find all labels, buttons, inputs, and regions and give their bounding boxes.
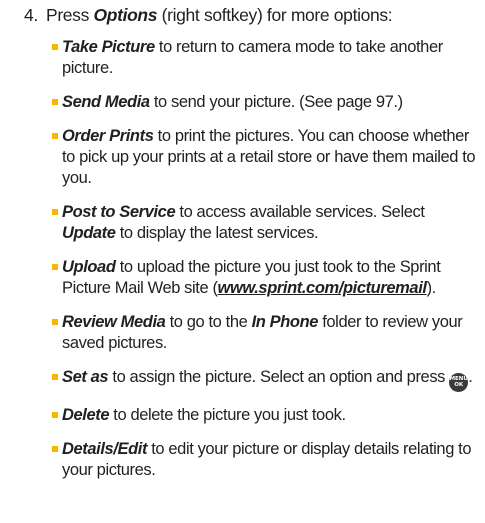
step-text-pre: Press [46, 5, 94, 25]
bullet-icon [52, 412, 58, 418]
bullet-icon [52, 209, 58, 215]
option-delete: Delete to delete the picture you just to… [52, 405, 477, 426]
options-term: Options [93, 5, 158, 25]
option-term: Order Prints [62, 127, 154, 145]
option-term: Take Picture [62, 38, 155, 56]
option-set-as: Set as to assign the picture. Select an … [52, 367, 477, 392]
option-description-end: ). [426, 279, 437, 297]
option-send-media: Send Media to send your picture. (See pa… [52, 92, 477, 113]
option-take-picture: Take Picture to return to camera mode to… [52, 37, 477, 79]
manual-page: 4. Press Options (right softkey) for more… [0, 0, 485, 523]
step-text-post: (right softkey) for more options: [157, 5, 393, 25]
bullet-icon [52, 99, 58, 105]
menu-ok-key-icon: MENU OK [449, 373, 469, 392]
option-description: to assign the picture. Select an option … [108, 368, 450, 386]
option-post-to-service: Post to Service to access available serv… [52, 202, 477, 244]
option-description-end: . [468, 368, 473, 386]
option-description: to send your picture. (See page 97.) [149, 93, 403, 111]
option-upload: Upload to upload the picture you just to… [52, 257, 477, 299]
bullet-icon [52, 133, 58, 139]
option-description: to delete the picture you just took. [109, 406, 346, 424]
option-description: to access available services. Select [175, 203, 425, 221]
option-term: Upload [62, 258, 116, 276]
option-term: Delete [62, 406, 110, 424]
bullet-icon [52, 44, 58, 50]
step-number: 4. [24, 5, 38, 25]
in-phone-term: In Phone [251, 313, 319, 331]
bullet-icon [52, 319, 58, 325]
option-description-end: to display the latest services. [115, 224, 319, 242]
option-term: Send Media [62, 93, 150, 111]
update-term: Update [62, 224, 116, 242]
option-details-edit: Details/Edit to edit your picture or dis… [52, 439, 477, 481]
options-list: Take Picture to return to camera mode to… [52, 37, 477, 494]
option-description: to go to the [165, 313, 252, 331]
picture-mail-link[interactable]: www.sprint.com/picturemail [218, 279, 427, 297]
bullet-icon [52, 374, 58, 380]
menu-key-bottom: OK [454, 382, 464, 388]
bullet-icon [52, 446, 58, 452]
option-term: Review Media [62, 313, 166, 331]
option-order-prints: Order Prints to print the pictures. You … [52, 126, 477, 189]
step-4: 4. Press Options (right softkey) for more… [24, 4, 474, 26]
option-term: Post to Service [62, 203, 176, 221]
option-term: Details/Edit [62, 440, 148, 458]
option-term: Set as [62, 368, 109, 386]
bullet-icon [52, 264, 58, 270]
option-review-media: Review Media to go to the In Phone folde… [52, 312, 477, 354]
